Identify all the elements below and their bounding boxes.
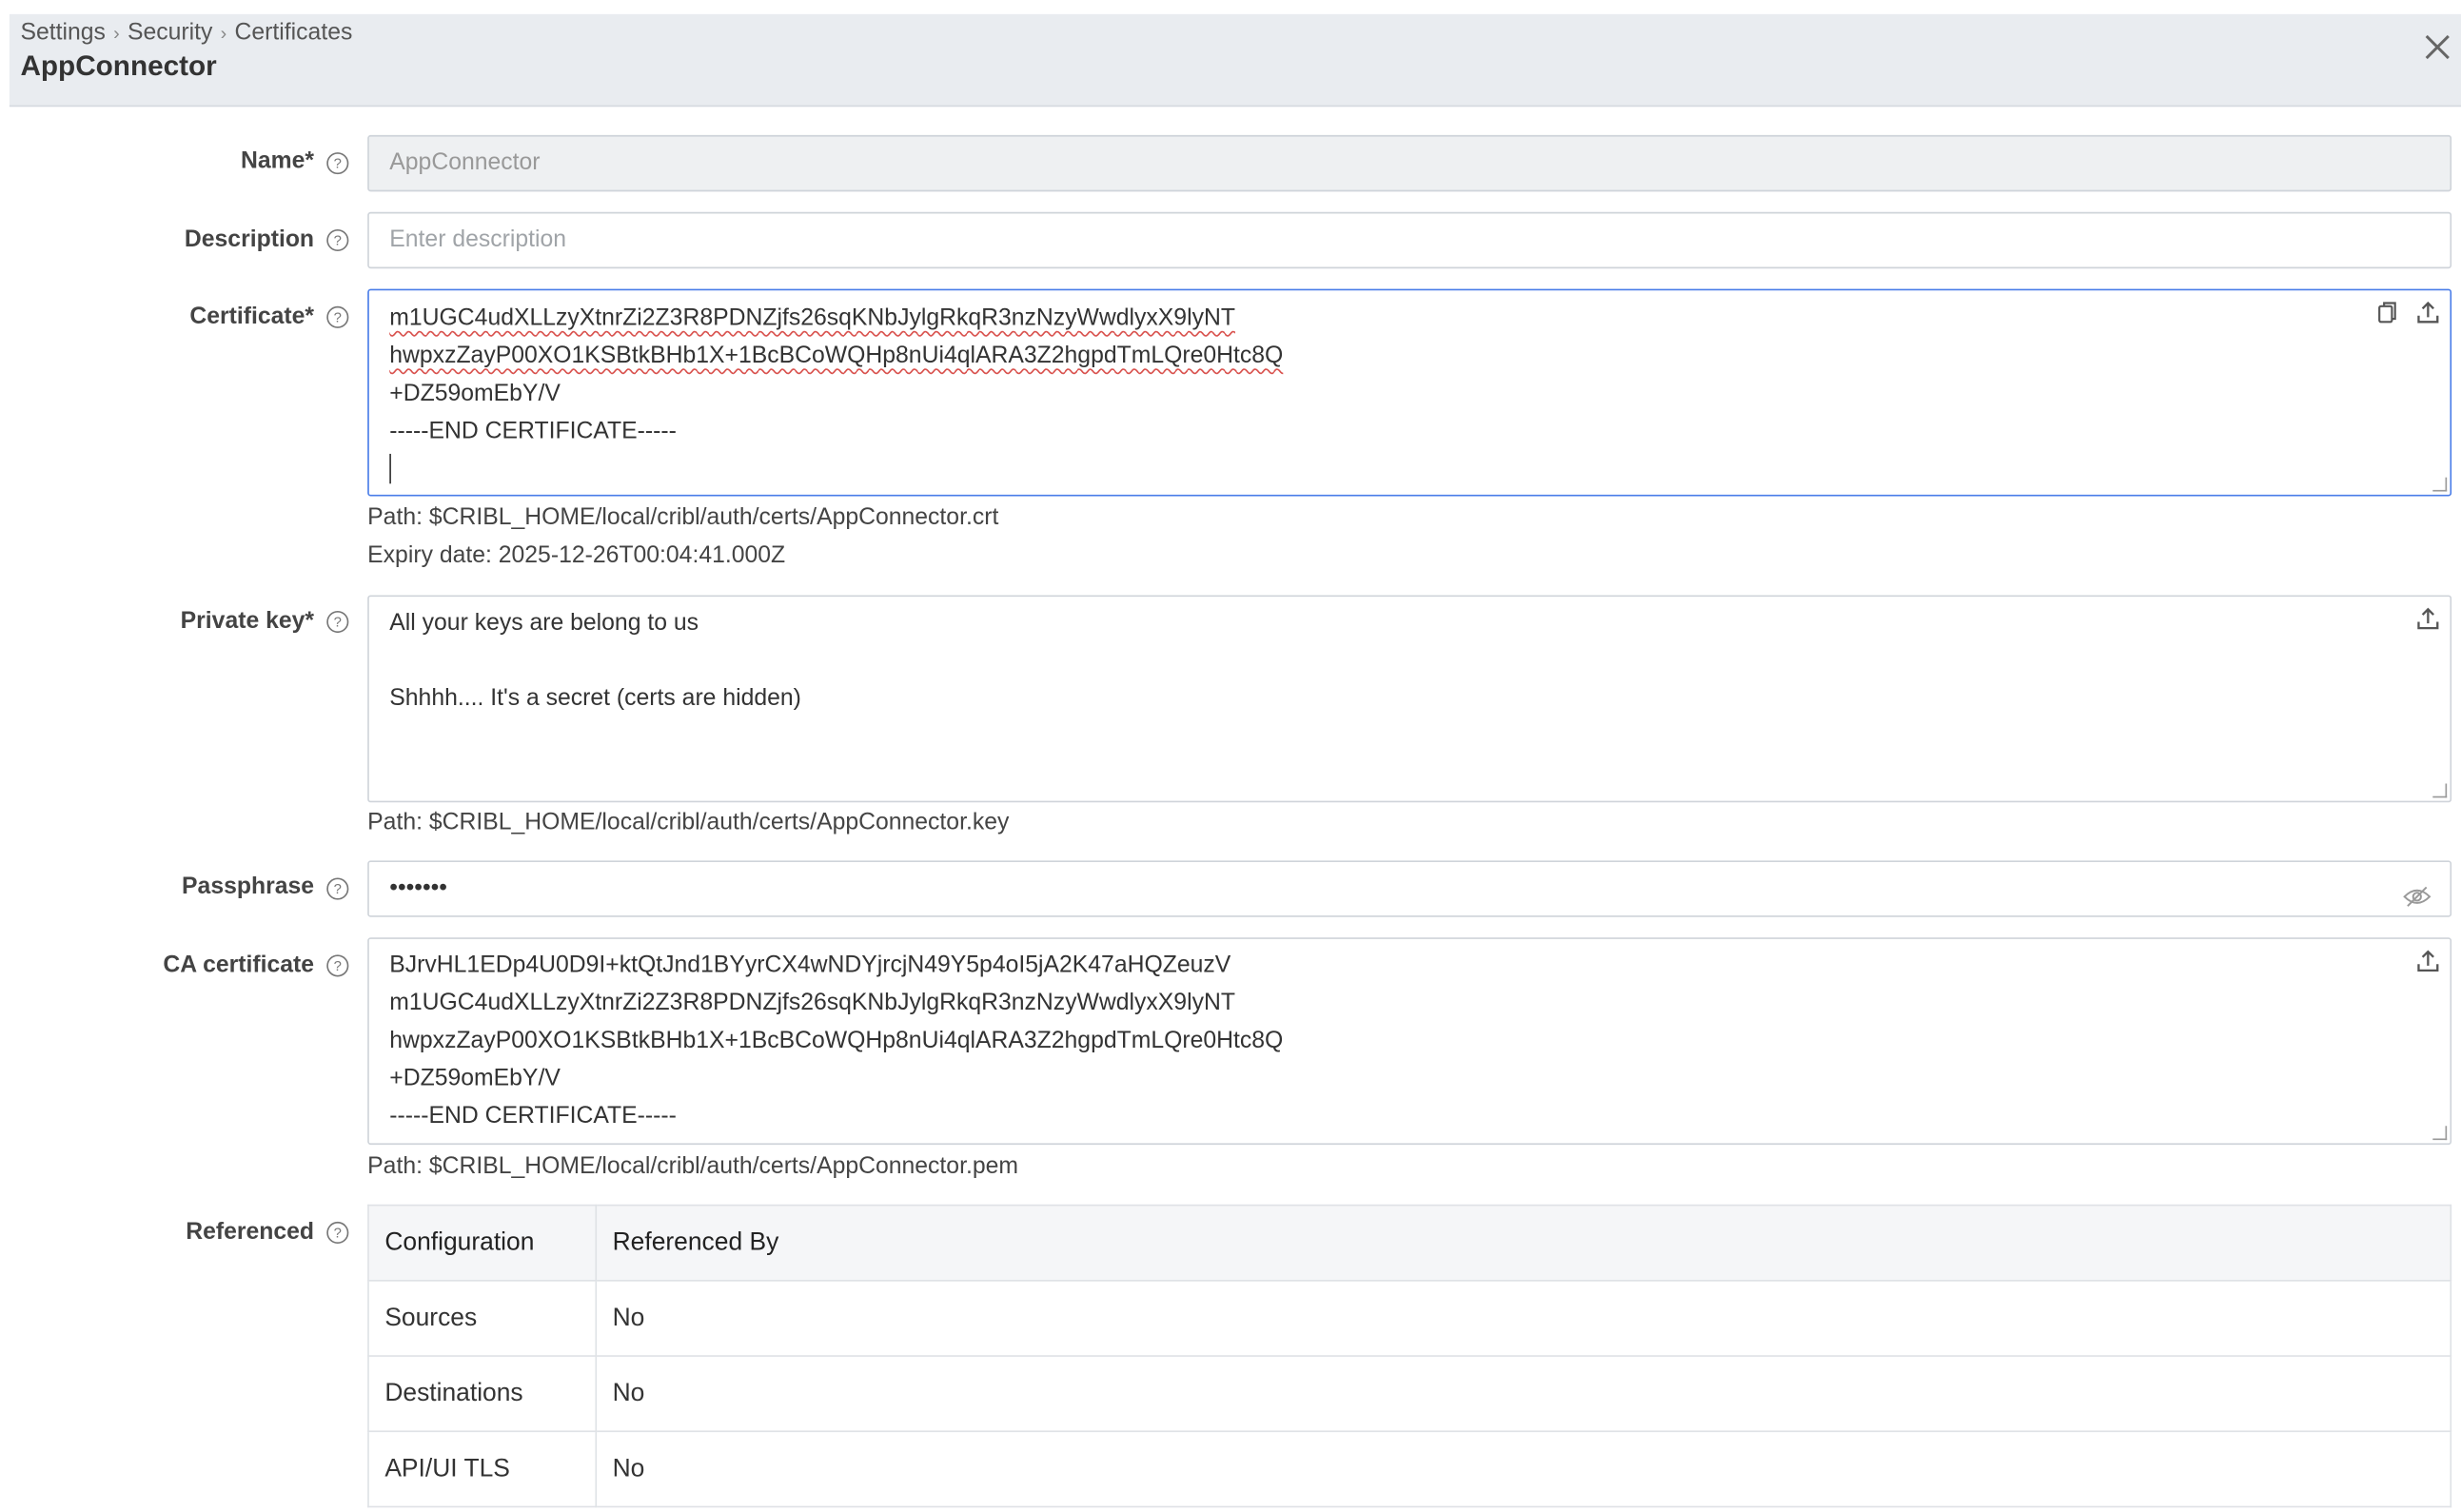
description-field[interactable]: Enter description — [367, 211, 2452, 269]
description-placeholder: Enter description — [389, 226, 567, 253]
certificate-label: Certificate* — [189, 303, 315, 330]
table-row: Sources No — [367, 1279, 2452, 1357]
private-key-line: Shhhh.... It's a secret (certs are hidde… — [389, 684, 801, 712]
upload-icon[interactable] — [2415, 949, 2440, 973]
breadcrumb: Settings › Security › Certificates — [20, 19, 352, 46]
certificate-line: hwpxzZayP00XO1KSBtkBHb1X+1BcBCoWQHp8nUi4… — [389, 342, 1284, 369]
breadcrumb-certificates[interactable]: Certificates — [235, 19, 353, 46]
breadcrumb-settings[interactable]: Settings — [20, 19, 105, 46]
passphrase-value: ••••••• — [389, 874, 447, 902]
copy-icon[interactable] — [2374, 300, 2399, 324]
table-header-row: Configuration Referenced By — [367, 1204, 2452, 1282]
table-cell: API/UI TLS — [367, 1430, 598, 1508]
passphrase-help-icon[interactable]: ? — [326, 877, 349, 900]
close-button[interactable] — [2420, 29, 2454, 64]
certificate-line: -----END CERTIFICATE----- — [389, 417, 677, 445]
name-help-icon[interactable]: ? — [326, 152, 349, 175]
upload-icon[interactable] — [2415, 300, 2440, 324]
resize-handle[interactable] — [2432, 477, 2448, 492]
certificate-editor: Settings › Security › Certificates AppConnec… — [0, 0, 2461, 1512]
table-cell: No — [595, 1355, 2452, 1433]
passphrase-field[interactable]: ••••••• — [367, 860, 2452, 917]
ca-certificate-path: Path: $CRIBL_HOME/local/cribl/auth/certs… — [367, 1152, 1019, 1180]
certificate-line: +DZ59omEbY/V — [389, 380, 561, 407]
private-key-textarea[interactable]: All your keys are belong to us Shhhh....… — [367, 595, 2452, 803]
header-bar: Settings › Security › Certificates AppConnec… — [9, 13, 2461, 108]
ca-certificate-line: hwpxzZayP00XO1KSBtkBHb1X+1BcBCoWQHp8nUi4… — [389, 1027, 1284, 1054]
ca-certificate-line: m1UGC4udXLLzyXtnrZi2Z3R8PDNZjfs26sqKNbJy… — [389, 989, 1235, 1016]
text-caret — [389, 453, 391, 484]
breadcrumb-security[interactable]: Security — [128, 19, 212, 46]
table-cell: No — [595, 1279, 2452, 1357]
private-key-help-icon[interactable]: ? — [326, 610, 349, 634]
name-label: Name* — [240, 147, 315, 175]
table-cell: Sources — [367, 1279, 598, 1357]
certificate-textarea[interactable]: ▔▔▔▔▔▔▔▔▔▔▔▔▔▔▔▔▔▔▔▔▔▔▔▔▔▔▔▔▔▔▔▔▔▔▔ m1UG… — [367, 288, 2452, 497]
name-field[interactable]: AppConnector — [367, 134, 2452, 192]
resize-handle[interactable] — [2432, 1126, 2448, 1141]
table-row: Destinations No — [367, 1355, 2452, 1433]
certificate-line: m1UGC4udXLLzyXtnrZi2Z3R8PDNZjfs26sqKNbJy… — [389, 304, 1235, 332]
table-row: API/UI TLS No — [367, 1430, 2452, 1508]
upload-icon[interactable] — [2415, 606, 2440, 631]
breadcrumb-separator: › — [220, 22, 227, 45]
referenced-table: Configuration Referenced By Sources No D… — [367, 1204, 2452, 1508]
certificate-path: Path: $CRIBL_HOME/local/cribl/auth/certs… — [367, 503, 999, 531]
ca-certificate-help-icon[interactable]: ? — [326, 954, 349, 977]
passphrase-label: Passphrase — [182, 873, 315, 900]
certificate-line-partial: ▔▔▔▔▔▔▔▔▔▔▔▔▔▔▔▔▔▔▔▔▔▔▔▔▔▔▔▔▔▔▔▔▔▔▔ — [389, 290, 1023, 300]
private-key-path: Path: $CRIBL_HOME/local/cribl/auth/certs… — [367, 808, 1010, 835]
certificate-expiry: Expiry date: 2025-12-26T00:04:41.000Z — [367, 541, 786, 569]
private-key-line: All your keys are belong to us — [389, 609, 699, 637]
description-help-icon[interactable]: ? — [326, 228, 349, 252]
ca-certificate-line: -----END CERTIFICATE----- — [389, 1102, 677, 1129]
referenced-help-icon[interactable]: ? — [326, 1221, 349, 1245]
resize-handle[interactable] — [2432, 783, 2448, 798]
ca-certificate-line: BJrvHL1EDp4U0D9I+ktQtJnd1BYyrCX4wNDYjrcj… — [389, 952, 1231, 979]
eye-off-icon[interactable] — [2403, 876, 2431, 930]
ca-certificate-label: CA certificate — [163, 952, 315, 979]
ca-certificate-line-partial: ▔▔▔▔▔▔▔▔▔▔▔▔▔▔▔▔▔▔▔▔▔▔▔▔▔▔▔▔▔▔▔▔ — [389, 939, 969, 949]
referenced-label: Referenced — [186, 1218, 315, 1246]
column-header-referenced-by: Referenced By — [595, 1204, 2452, 1282]
table-cell: Destinations — [367, 1355, 598, 1433]
name-value: AppConnector — [389, 148, 541, 176]
description-label: Description — [184, 226, 315, 253]
close-icon — [2425, 34, 2450, 60]
page-title: AppConnector — [20, 49, 217, 82]
ca-certificate-textarea[interactable]: ▔▔▔▔▔▔▔▔▔▔▔▔▔▔▔▔▔▔▔▔▔▔▔▔▔▔▔▔▔▔▔▔ BJrvHL1… — [367, 937, 2452, 1146]
private-key-label: Private key* — [180, 607, 315, 635]
column-header-configuration: Configuration — [367, 1204, 598, 1282]
ca-certificate-line: +DZ59omEbY/V — [389, 1064, 561, 1091]
certificate-help-icon[interactable]: ? — [326, 305, 349, 328]
breadcrumb-separator: › — [113, 22, 120, 45]
table-cell: No — [595, 1430, 2452, 1508]
